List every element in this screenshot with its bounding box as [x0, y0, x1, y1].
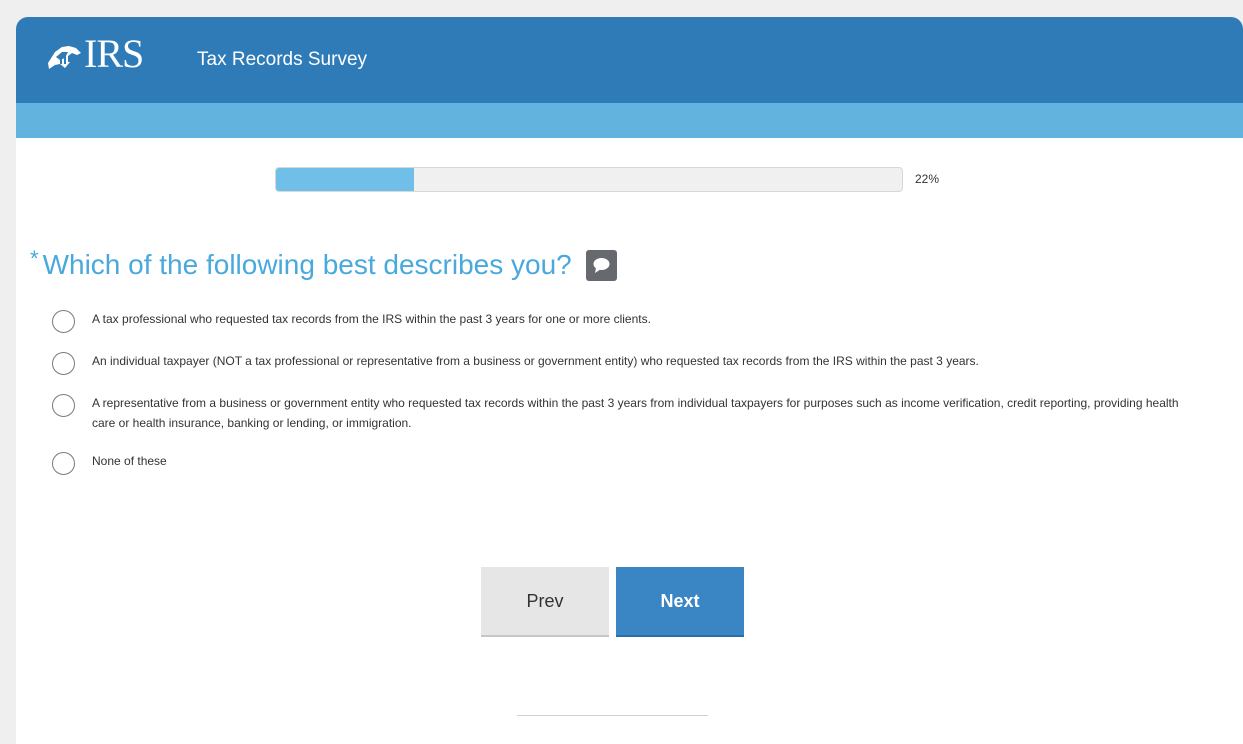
footer-divider	[517, 715, 708, 716]
comment-icon	[593, 257, 610, 273]
radio-button[interactable]	[52, 452, 75, 475]
option-label: An individual taxpayer (NOT a tax profes…	[92, 354, 979, 368]
answer-options: A tax professional who requested tax rec…	[52, 309, 1192, 493]
progress-bar-fill	[276, 168, 414, 191]
progress-label: 22%	[915, 172, 940, 186]
irs-logo-text: IRS	[84, 31, 144, 76]
answer-option[interactable]: A representative from a business or gove…	[52, 393, 1192, 433]
comment-button[interactable]	[585, 249, 617, 281]
answer-option[interactable]: An individual taxpayer (NOT a tax profes…	[52, 351, 1192, 375]
required-marker: *	[30, 246, 39, 271]
irs-logo: IRS	[45, 31, 144, 76]
question-heading: * Which of the following best describes …	[30, 246, 617, 281]
header-subbar	[16, 103, 1243, 138]
eagle-icon	[48, 46, 81, 69]
answer-option[interactable]: None of these	[52, 451, 1192, 475]
app-title: Tax Records Survey	[197, 49, 368, 70]
progress-bar	[275, 167, 903, 192]
radio-button[interactable]	[52, 352, 75, 375]
option-label: A tax professional who requested tax rec…	[92, 312, 651, 326]
question-text: Which of the following best describes yo…	[42, 249, 572, 280]
option-label: None of these	[92, 454, 167, 468]
radio-button[interactable]	[52, 394, 75, 417]
prev-button[interactable]: Prev	[481, 567, 609, 637]
next-button[interactable]: Next	[616, 567, 744, 637]
option-label: A representative from a business or gove…	[92, 396, 1179, 430]
answer-option[interactable]: A tax professional who requested tax rec…	[52, 309, 1192, 333]
radio-button[interactable]	[52, 310, 75, 333]
header-bar: IRS Tax Records Survey	[16, 17, 1243, 103]
